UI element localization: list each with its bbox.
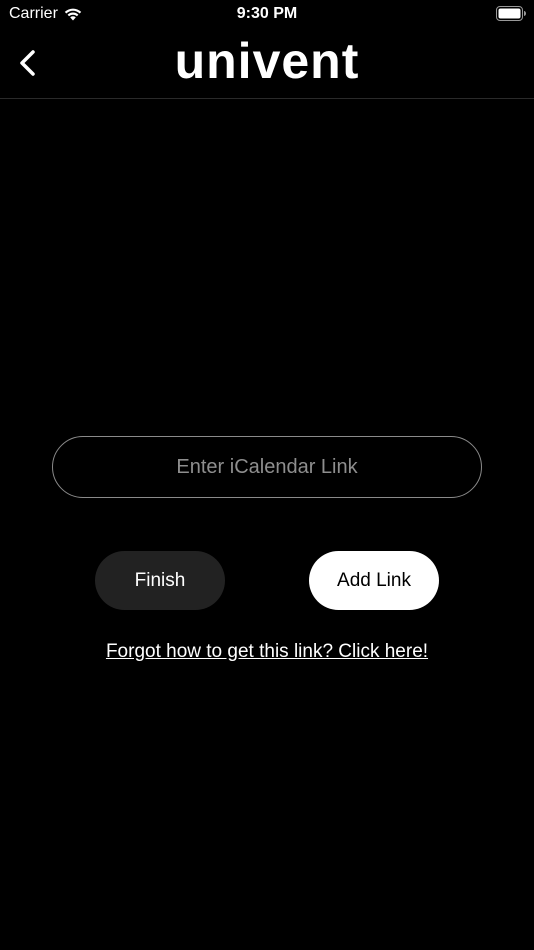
add-link-button[interactable]: Add Link	[309, 551, 439, 610]
finish-button[interactable]: Finish	[95, 551, 225, 610]
icalendar-link-input[interactable]	[52, 436, 482, 498]
status-time: 9:30 PM	[236, 5, 298, 22]
battery-icon	[496, 6, 526, 21]
help-link[interactable]: Forgot how to get this link? Click here!	[0, 641, 534, 663]
navigation-bar: univent	[0, 28, 534, 99]
app-title: univent	[174, 33, 360, 89]
status-bar: Carrier 9:30 PM	[0, 0, 534, 28]
